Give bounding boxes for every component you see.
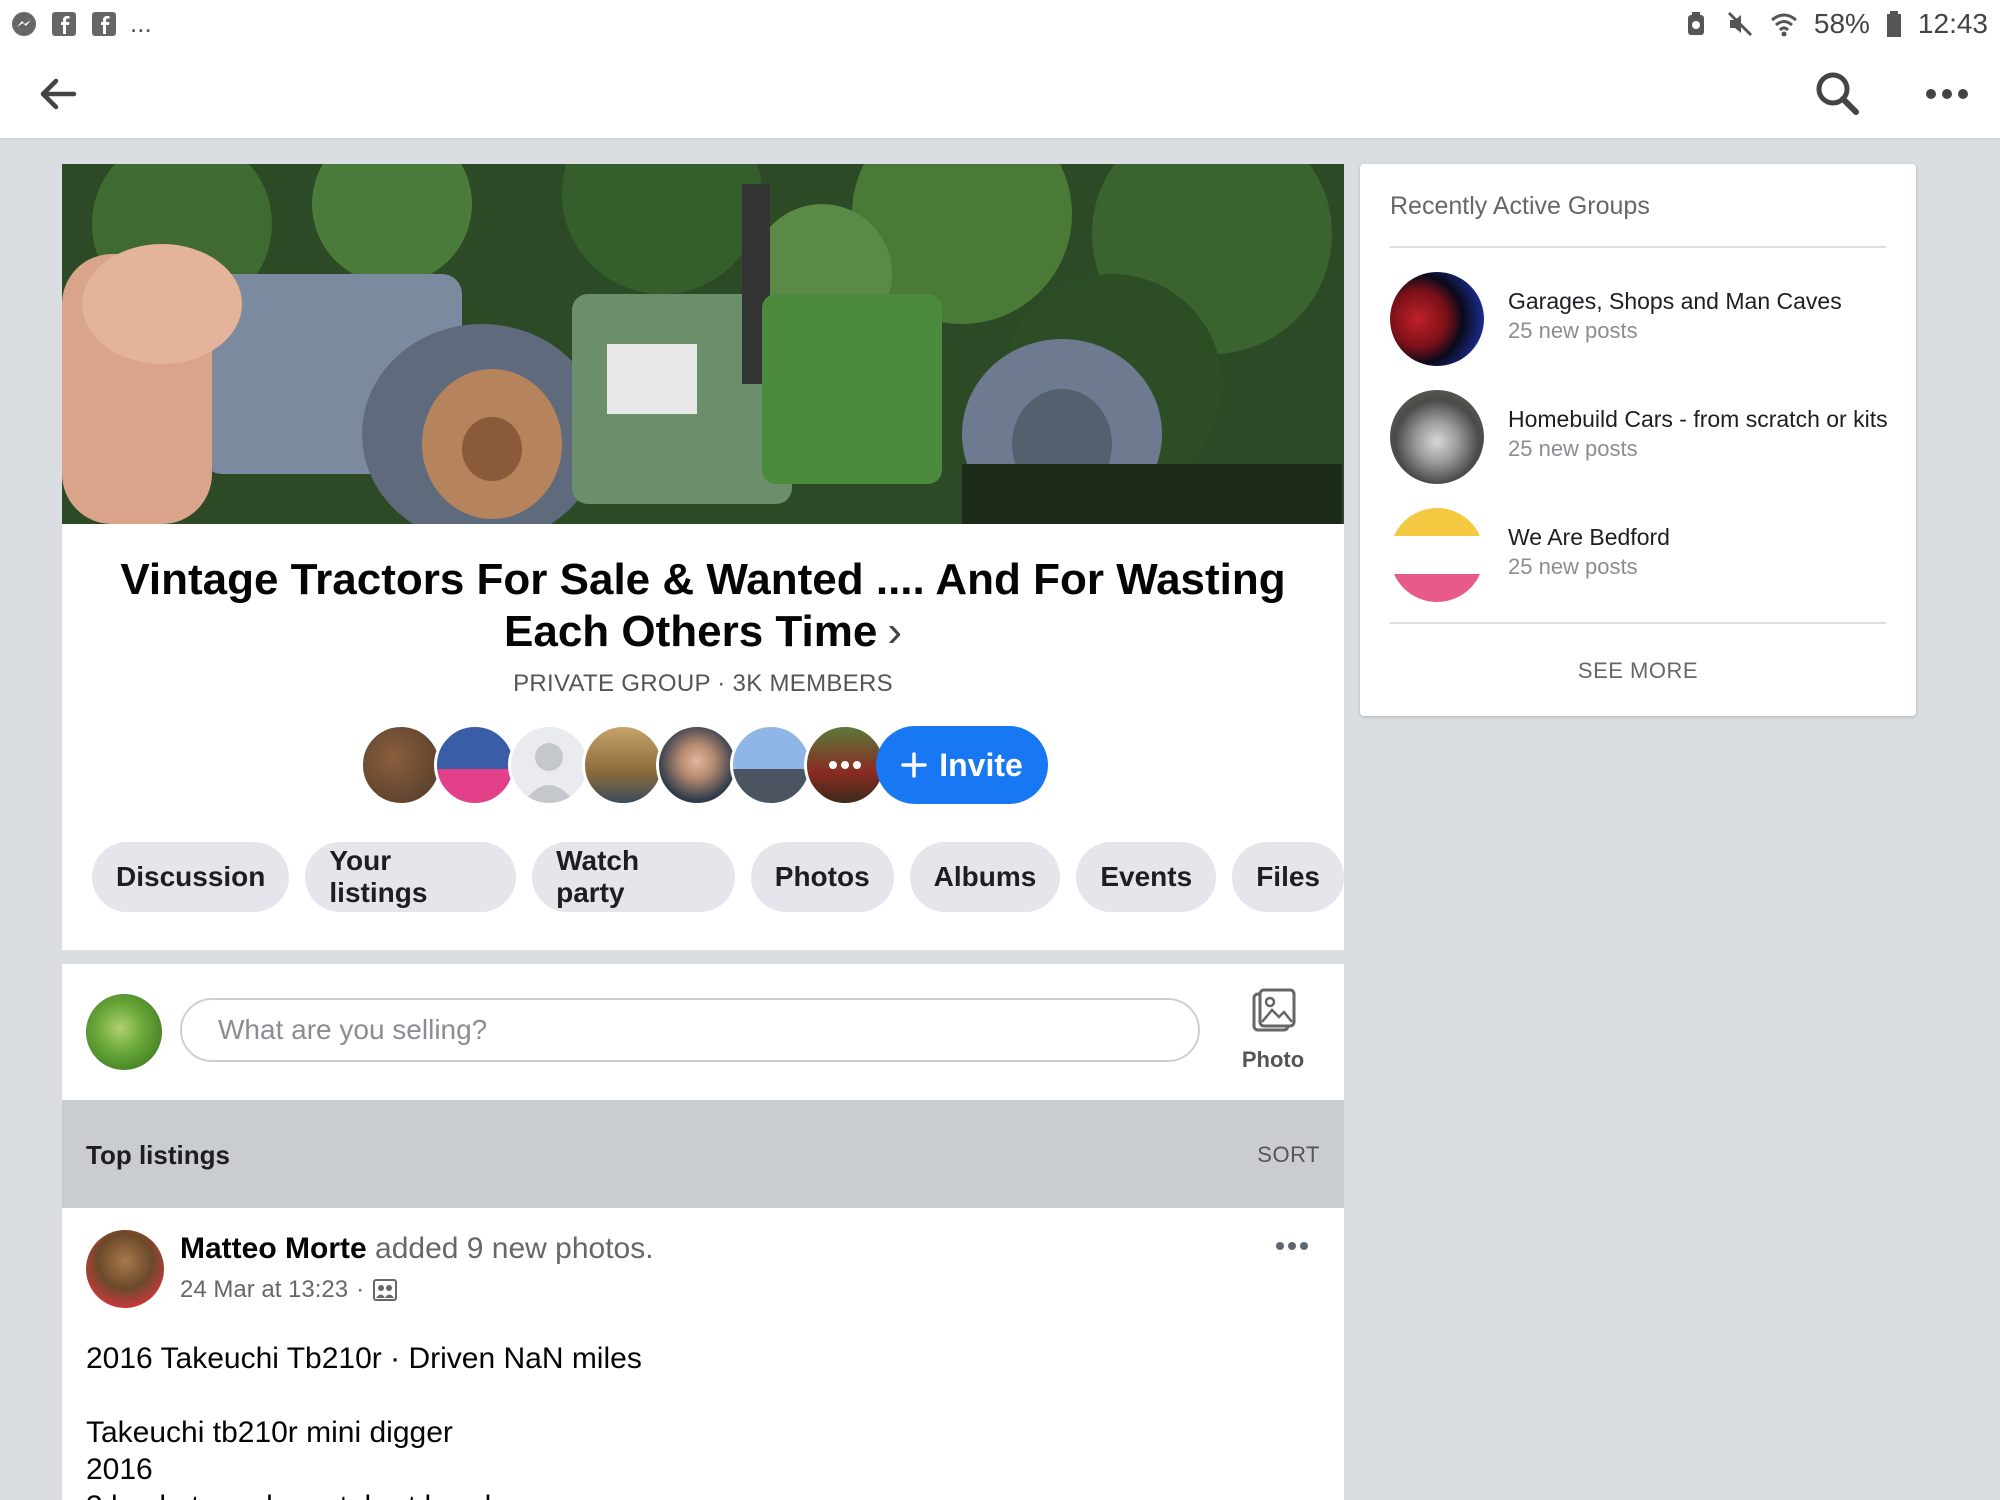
post-action: added 9 new photos. <box>375 1232 654 1265</box>
member-avatar[interactable] <box>730 724 812 806</box>
author-name[interactable]: Matteo Morte <box>180 1232 367 1265</box>
battery-icon <box>1886 11 1901 37</box>
photo-icon <box>1252 988 1296 1032</box>
listing-composer: What are you selling? Photo <box>62 964 1344 1100</box>
cover-photo[interactable] <box>62 164 1344 524</box>
invite-label: Invite <box>939 746 1023 783</box>
group-new-posts: 25 new posts <box>1508 554 1638 579</box>
post-timestamp[interactable]: 24 Mar at 13:23 <box>180 1276 348 1304</box>
group-thumbnail <box>1390 272 1484 366</box>
recently-active-groups-card: Recently Active Groups Garages, Shops an… <box>1360 164 1916 716</box>
more-dots-icon <box>829 761 861 769</box>
group-thumbnail <box>1390 508 1484 602</box>
group-meta: PRIVATE GROUP · 3K MEMBERS <box>513 670 893 697</box>
group-list-item[interactable]: Garages, Shops and Man Caves 25 new post… <box>1390 272 1886 368</box>
top-listings-title: Top listings <box>86 1140 230 1170</box>
divider <box>1390 246 1886 248</box>
user-avatar[interactable] <box>86 994 162 1070</box>
more-members-avatar[interactable] <box>804 724 886 806</box>
group-new-posts: 25 new posts <box>1508 318 1638 343</box>
member-avatar[interactable] <box>360 724 442 806</box>
group-name: Garages, Shops and Man Caves <box>1508 288 1842 314</box>
photo-button[interactable]: Photo <box>1218 986 1328 1086</box>
sort-button[interactable]: SORT <box>1257 1142 1320 1168</box>
photo-label: Photo <box>1241 1047 1305 1072</box>
member-avatars[interactable] <box>360 724 886 806</box>
tab-photos[interactable]: Photos <box>750 842 894 912</box>
group-name: Homebuild Cars - from scratch or kits <box>1508 406 1888 432</box>
top-listings-header: Top listings SORT <box>62 1100 1344 1208</box>
meta-separator: · <box>356 1276 365 1303</box>
section-divider <box>62 950 1344 964</box>
member-avatar[interactable] <box>656 724 738 806</box>
default-profile-icon <box>523 743 575 803</box>
mute-icon <box>1727 11 1752 37</box>
group-title[interactable]: Vintage Tractors For Sale & Wanted .... … <box>92 554 1314 658</box>
tab-your-listings[interactable]: Your listings <box>305 842 517 912</box>
post-body-line: Takeuchi tb210r mini digger <box>86 1416 453 1449</box>
alarm-icon <box>1687 12 1704 35</box>
post-body-line <box>86 1377 642 1414</box>
group-thumbnail <box>1390 390 1484 484</box>
post-header: Matteo Morte added 9 new photos. <box>180 1232 654 1266</box>
tab-watch-party[interactable]: Watch party <box>532 842 735 912</box>
wifi-icon <box>1770 13 1797 37</box>
post-body-line: 2016 <box>86 1453 153 1486</box>
back-arrow-icon[interactable] <box>34 70 82 118</box>
tab-discussion[interactable]: Discussion <box>92 842 290 912</box>
more-notifications-text: ... <box>130 8 152 38</box>
messenger-icon <box>12 11 36 36</box>
tab-events[interactable]: Events <box>1076 842 1217 912</box>
chevron-right-icon: › <box>887 607 902 656</box>
post-body: 2016 Takeuchi Tb210r · Driven NaN miles … <box>86 1340 642 1500</box>
group-list-item[interactable]: Homebuild Cars - from scratch or kits 25… <box>1390 390 1888 486</box>
group-new-posts: 25 new posts <box>1508 436 1638 461</box>
listing-post: Matteo Morte added 9 new photos. 24 Mar … <box>62 1208 1344 1500</box>
notification-icons: ... <box>10 8 152 39</box>
member-avatar[interactable] <box>508 724 590 806</box>
app-toolbar <box>0 50 2000 140</box>
member-avatar[interactable] <box>582 724 664 806</box>
battery-percent: 58% <box>1813 8 1870 39</box>
group-name: We Are Bedford <box>1508 524 1670 550</box>
system-status: 58% 12:43 <box>1682 8 1988 40</box>
tractor-cover-image <box>62 164 1344 524</box>
card-title: Recently Active Groups <box>1390 192 1650 220</box>
invite-button[interactable]: Invite <box>876 726 1048 804</box>
tab-albums[interactable]: Albums <box>909 842 1061 912</box>
divider <box>1390 622 1886 624</box>
see-more-button[interactable]: SEE MORE <box>1360 658 1916 684</box>
status-bar: ... 58% 12:43 <box>0 0 2000 50</box>
sell-input[interactable]: What are you selling? <box>180 998 1200 1062</box>
facebook-icon <box>92 11 116 36</box>
more-options-icon[interactable] <box>1922 74 1972 114</box>
group-tabs: Discussion Your listings Watch party Pho… <box>92 842 1344 912</box>
plus-icon <box>901 752 927 778</box>
post-body-line: 3 buckets and montabert breaker <box>86 1488 642 1500</box>
group-audience-icon <box>373 1279 398 1301</box>
facebook-icon <box>52 11 76 36</box>
tab-files[interactable]: Files <box>1232 842 1344 912</box>
post-body-line: 2016 Takeuchi Tb210r · Driven NaN miles <box>86 1342 642 1375</box>
search-icon[interactable] <box>1812 68 1862 118</box>
clock: 12:43 <box>1917 8 1988 39</box>
group-list-item[interactable]: We Are Bedford 25 new posts <box>1390 508 1886 604</box>
group-title-text: Vintage Tractors For Sale & Wanted .... … <box>120 555 1286 656</box>
group-main-column: Vintage Tractors For Sale & Wanted .... … <box>62 164 1344 1500</box>
post-meta: 24 Mar at 13:23 · <box>180 1276 398 1304</box>
post-options-icon[interactable] <box>1272 1234 1312 1258</box>
member-avatar[interactable] <box>434 724 516 806</box>
author-avatar[interactable] <box>86 1230 164 1308</box>
